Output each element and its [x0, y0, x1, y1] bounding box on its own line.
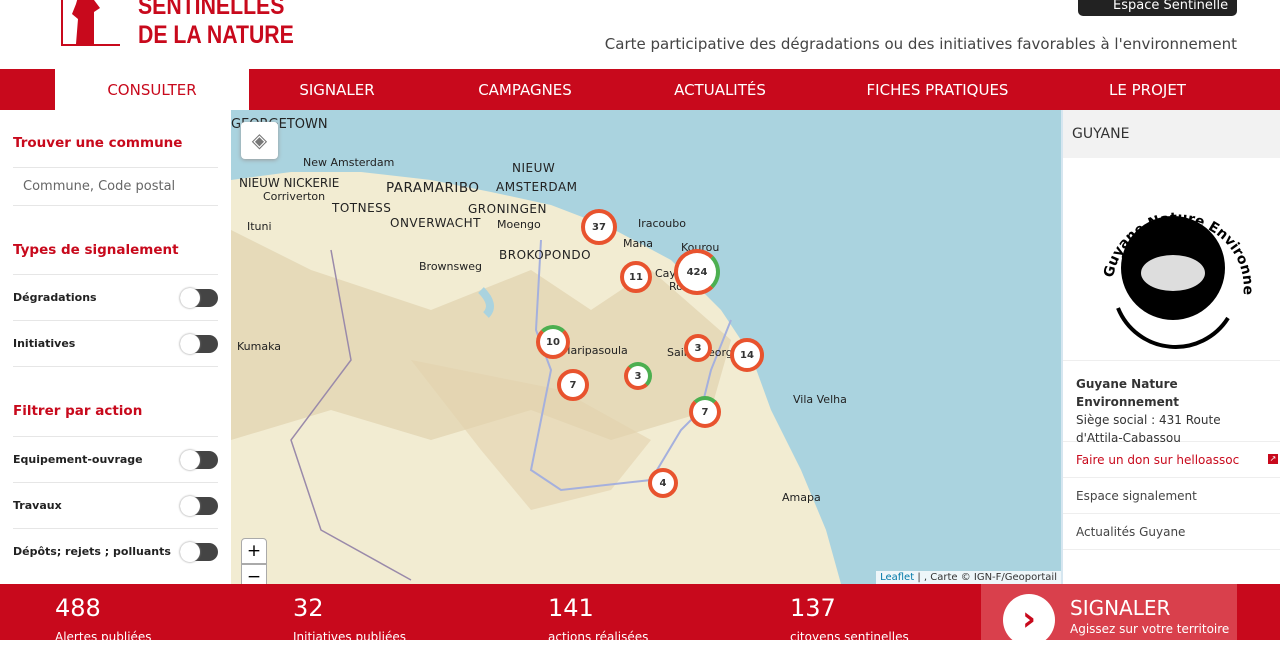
- filter-label: Travaux: [13, 499, 62, 512]
- filter-depots[interactable]: Dépôts; rejets ; polluants: [13, 528, 218, 574]
- filter-label: Equipement-ouvrage: [13, 453, 143, 466]
- place-label: Vila Velha: [793, 393, 847, 406]
- place-label: GRONINGEN: [468, 202, 547, 216]
- nav-le-projet[interactable]: LE PROJET: [1060, 69, 1235, 110]
- stat-citoyens: 137 citoyens sentinelles: [790, 594, 909, 644]
- zoom-out-button[interactable]: −: [241, 564, 267, 584]
- map[interactable]: GEORGETOWN New Amsterdam NIEUW NICKERIE …: [231, 110, 1061, 584]
- map-cluster[interactable]: 4: [648, 468, 678, 498]
- layers-icon[interactable]: ◈: [241, 122, 278, 159]
- filter-travaux[interactable]: Travaux: [13, 482, 218, 528]
- filter-sidebar: Trouver une commune Commune, Code postal…: [0, 110, 231, 584]
- place-label: Maripasoula: [561, 344, 628, 357]
- espace-signalement-link[interactable]: Espace signalement: [1063, 478, 1280, 514]
- toggle-switch[interactable]: [180, 287, 218, 308]
- toggle-switch[interactable]: [180, 449, 218, 470]
- place-label: NIEUW NICKERIE: [239, 176, 340, 190]
- action-title: Filtrer par action: [13, 366, 218, 436]
- place-label: Brownsweg: [419, 260, 483, 273]
- place-label: Moengo: [497, 218, 541, 231]
- place-label: Kumaka: [237, 340, 282, 353]
- map-attribution: Leaflet | , Carte © IGN-F/Geoportail: [876, 571, 1061, 584]
- nav-fiches-pratiques[interactable]: FICHES PRATIQUES: [815, 69, 1060, 110]
- attribution-text: | , Carte © IGN-F/Geoportail: [914, 572, 1057, 583]
- main-nav: CONSULTER SIGNALER CAMPAGNES ACTUALITÉS …: [0, 69, 1280, 110]
- stat-initiatives: 32 Initiatives publiées: [293, 594, 406, 644]
- nav-signaler[interactable]: SIGNALER: [249, 69, 425, 110]
- toggle-switch[interactable]: [180, 495, 218, 516]
- place-label: Iracoubo: [638, 217, 686, 230]
- toggle-switch[interactable]: [180, 333, 218, 354]
- map-cluster[interactable]: 11: [620, 261, 652, 293]
- place-label: TOTNESS: [332, 201, 392, 215]
- espace-sentinelle-button[interactable]: Espace Sentinelle: [1078, 0, 1237, 16]
- map-cluster[interactable]: 424: [674, 249, 720, 295]
- map-cluster[interactable]: 14: [730, 338, 764, 372]
- types-title: Types de signalement: [13, 242, 179, 258]
- donate-label: Faire un don sur helloassoc: [1076, 453, 1240, 467]
- nav-consulter[interactable]: CONSULTER: [55, 69, 249, 110]
- chevron-right-icon: ›: [1003, 594, 1055, 646]
- region-panel: GUYANE Guyane Nature Environnement Guyan…: [1056, 110, 1280, 584]
- place-label: NIEUW: [512, 161, 556, 175]
- map-cluster[interactable]: 7: [557, 369, 589, 401]
- filter-label: Dégradations: [13, 291, 97, 304]
- porcupine-logo-icon: Guyane Nature Environnement: [1056, 146, 1256, 349]
- nav-campagnes[interactable]: CAMPAGNES: [425, 69, 625, 110]
- place-label: BROKOPONDO: [499, 248, 592, 262]
- place-label: AMSTERDAM: [496, 180, 578, 194]
- org-logo: Guyane Nature Environnement: [1056, 146, 1280, 361]
- map-background: [231, 110, 1061, 584]
- cta-title: SIGNALER: [1070, 596, 1171, 620]
- signaler-cta-button[interactable]: › SIGNALER Agissez sur votre territoire: [981, 584, 1237, 646]
- cta-subtitle: Agissez sur votre territoire: [1070, 622, 1230, 636]
- org-name: Guyane Nature Environnement: [1076, 377, 1179, 409]
- map-cluster[interactable]: 3: [684, 334, 712, 362]
- filter-degradations[interactable]: Dégradations: [13, 274, 218, 320]
- place-label: Ituni: [247, 220, 272, 233]
- place-label: Amapa: [782, 491, 821, 504]
- commune-search-input[interactable]: Commune, Code postal: [13, 167, 218, 206]
- find-commune-title: Trouver une commune: [13, 135, 183, 151]
- place-label: ONVERWACHT: [390, 216, 482, 230]
- filter-label: Dépôts; rejets ; polluants: [13, 545, 171, 558]
- nav-actualites[interactable]: ACTUALITÉS: [625, 69, 815, 110]
- map-cluster[interactable]: 10: [536, 325, 570, 359]
- zoom-in-button[interactable]: +: [241, 538, 267, 564]
- filter-initiatives[interactable]: Initiatives: [13, 320, 218, 366]
- actualites-guyane-link[interactable]: Actualités Guyane: [1063, 514, 1280, 550]
- toggle-switch[interactable]: [180, 541, 218, 562]
- stats-footer: 488 Alertes publiées 32 Initiatives publié…: [0, 584, 1280, 646]
- place-label: PARAMARIBO: [386, 180, 480, 196]
- logo-text-line1: SENTINELLES: [138, 0, 285, 20]
- map-cluster[interactable]: 7: [689, 396, 721, 428]
- org-info: Guyane Nature Environnement Siège social…: [1063, 361, 1280, 445]
- place-label: New Amsterdam: [303, 156, 395, 169]
- place-label: Mana: [623, 237, 653, 250]
- logo-text-line2: DE LA NATURE: [138, 21, 294, 49]
- donate-link[interactable]: Faire un don sur helloassoc ↗: [1063, 442, 1280, 478]
- stat-alertes: 488 Alertes publiées: [55, 594, 152, 644]
- place-label: Corriverton: [263, 190, 326, 203]
- map-cluster[interactable]: 37: [581, 209, 617, 245]
- external-link-icon: ↗: [1268, 454, 1278, 464]
- map-cluster[interactable]: 3: [624, 362, 652, 390]
- filter-equipement[interactable]: Equipement-ouvrage: [13, 436, 218, 482]
- tagline: Carte participative des dégradations ou …: [604, 35, 1237, 53]
- leaflet-link[interactable]: Leaflet: [880, 572, 914, 583]
- region-title: GUYANE: [1063, 110, 1280, 158]
- stat-actions: 141 actions réalisées: [548, 594, 649, 644]
- filter-label: Initiatives: [13, 337, 76, 350]
